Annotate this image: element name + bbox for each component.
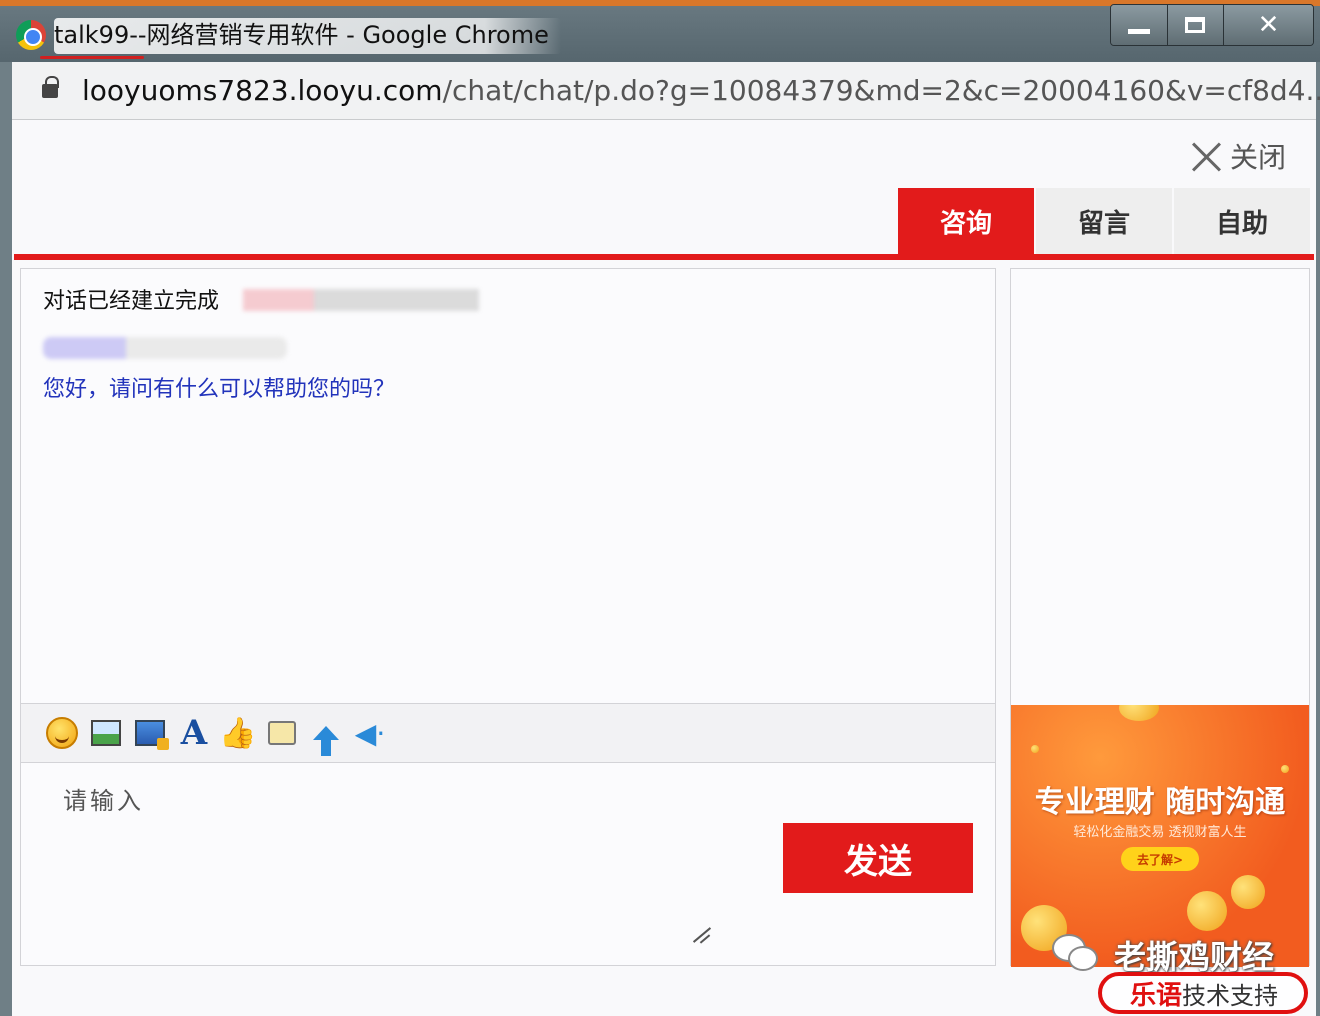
- lock-icon: [42, 76, 59, 98]
- redacted-block: [243, 289, 479, 311]
- thumbs-up-icon: 👍: [219, 715, 257, 751]
- close-window-icon: ✕: [1257, 10, 1280, 40]
- system-message: 对话已经建立完成: [43, 289, 220, 314]
- message-input[interactable]: 请输入 发送: [21, 763, 995, 965]
- close-window-button[interactable]: ✕: [1224, 5, 1313, 45]
- window-titlebar: talk99--网络营销专用软件 - Google Chrome ✕: [0, 0, 1320, 62]
- promo-cta[interactable]: 去了解>: [1121, 847, 1199, 871]
- minimize-button[interactable]: [1111, 5, 1168, 45]
- promo-subtitle: 轻松化金融交易 透视财富人生: [1073, 825, 1247, 840]
- message-icon: [268, 721, 296, 745]
- promo-title: 专业理财 随时沟通: [1034, 785, 1286, 820]
- image-button[interactable]: [89, 716, 123, 750]
- support-text: 技术支持: [1182, 981, 1279, 1010]
- tech-support-badge: 乐语 技术支持: [1098, 972, 1308, 1014]
- redacted-sender: [43, 337, 287, 359]
- image-icon: [91, 720, 121, 746]
- message-button[interactable]: [265, 716, 299, 750]
- maximize-button[interactable]: [1167, 5, 1225, 45]
- send-button[interactable]: 发送: [783, 823, 973, 893]
- chat-panel: 对话已经建立完成 您好，请问有什么可以帮助您的吗？ A 👍 ◀· 请输入 发送: [20, 268, 996, 966]
- url-host: looyuoms7823.looyu.com: [82, 74, 443, 107]
- tab-consult[interactable]: 咨询: [898, 188, 1034, 254]
- rating-button[interactable]: 👍: [219, 715, 257, 751]
- input-placeholder: 请输入: [63, 787, 144, 815]
- maximize-icon: [1185, 17, 1206, 33]
- url-path: /chat/chat/p.do?g=10084379&md=2&c=200041…: [442, 74, 1320, 107]
- window-controls: ✕: [1110, 4, 1314, 46]
- minimize-icon: [1127, 28, 1150, 34]
- window-title: talk99--网络营销专用软件 - Google Chrome: [54, 18, 561, 54]
- address-bar[interactable]: looyuoms7823.looyu.com/chat/chat/p.do?g=…: [12, 62, 1320, 120]
- header-divider: [14, 254, 1314, 260]
- coin-decoration: [1187, 891, 1227, 931]
- promo-banner[interactable]: 专业理财 随时沟通 轻松化金融交易 透视财富人生 去了解>: [1011, 705, 1309, 967]
- chat-tabs: 咨询 留言 自助: [898, 188, 1310, 254]
- url-text[interactable]: looyuoms7823.looyu.com/chat/chat/p.do?g=…: [82, 72, 1320, 110]
- screenshot-icon: [135, 720, 169, 750]
- screenshot-button[interactable]: [133, 716, 169, 750]
- close-chat-button[interactable]: 关闭: [1192, 136, 1286, 176]
- close-label: 关闭: [1230, 141, 1287, 174]
- tab-leave-message[interactable]: 留言: [1036, 188, 1172, 254]
- upload-icon: [313, 726, 339, 756]
- emoji-icon: [46, 717, 78, 749]
- close-icon: [1192, 141, 1222, 171]
- tab-self-service[interactable]: 自助: [1174, 188, 1310, 254]
- speaker-icon: ◀·: [354, 716, 386, 750]
- wechat-icon: [1052, 934, 1098, 972]
- upload-button[interactable]: [309, 716, 343, 756]
- coin-decoration: [1231, 875, 1265, 909]
- emoji-button[interactable]: [45, 716, 79, 750]
- side-panel: 专业理财 随时沟通 轻松化金融交易 透视财富人生 去了解>: [1010, 268, 1310, 967]
- font-icon: A: [180, 713, 208, 753]
- coin-decoration: [1031, 745, 1039, 753]
- chrome-logo-icon: [16, 20, 46, 50]
- coin-decoration: [1119, 705, 1159, 721]
- chat-page: 关闭 咨询 留言 自助 对话已经建立完成 您好，请问有什么可以帮助您的吗？ A …: [12, 120, 1316, 1016]
- greeting-message: 您好，请问有什么可以帮助您的吗？: [43, 377, 396, 402]
- chat-toolbar: A 👍 ◀·: [21, 703, 995, 763]
- support-brand: 乐语: [1130, 980, 1183, 1011]
- title-annotation-underline: [40, 56, 144, 59]
- font-button[interactable]: A: [177, 713, 211, 753]
- message-history: 对话已经建立完成 您好，请问有什么可以帮助您的吗？: [21, 269, 995, 703]
- coin-decoration: [1281, 765, 1289, 773]
- resize-handle-icon[interactable]: [691, 925, 713, 943]
- sound-button[interactable]: ◀·: [353, 716, 387, 750]
